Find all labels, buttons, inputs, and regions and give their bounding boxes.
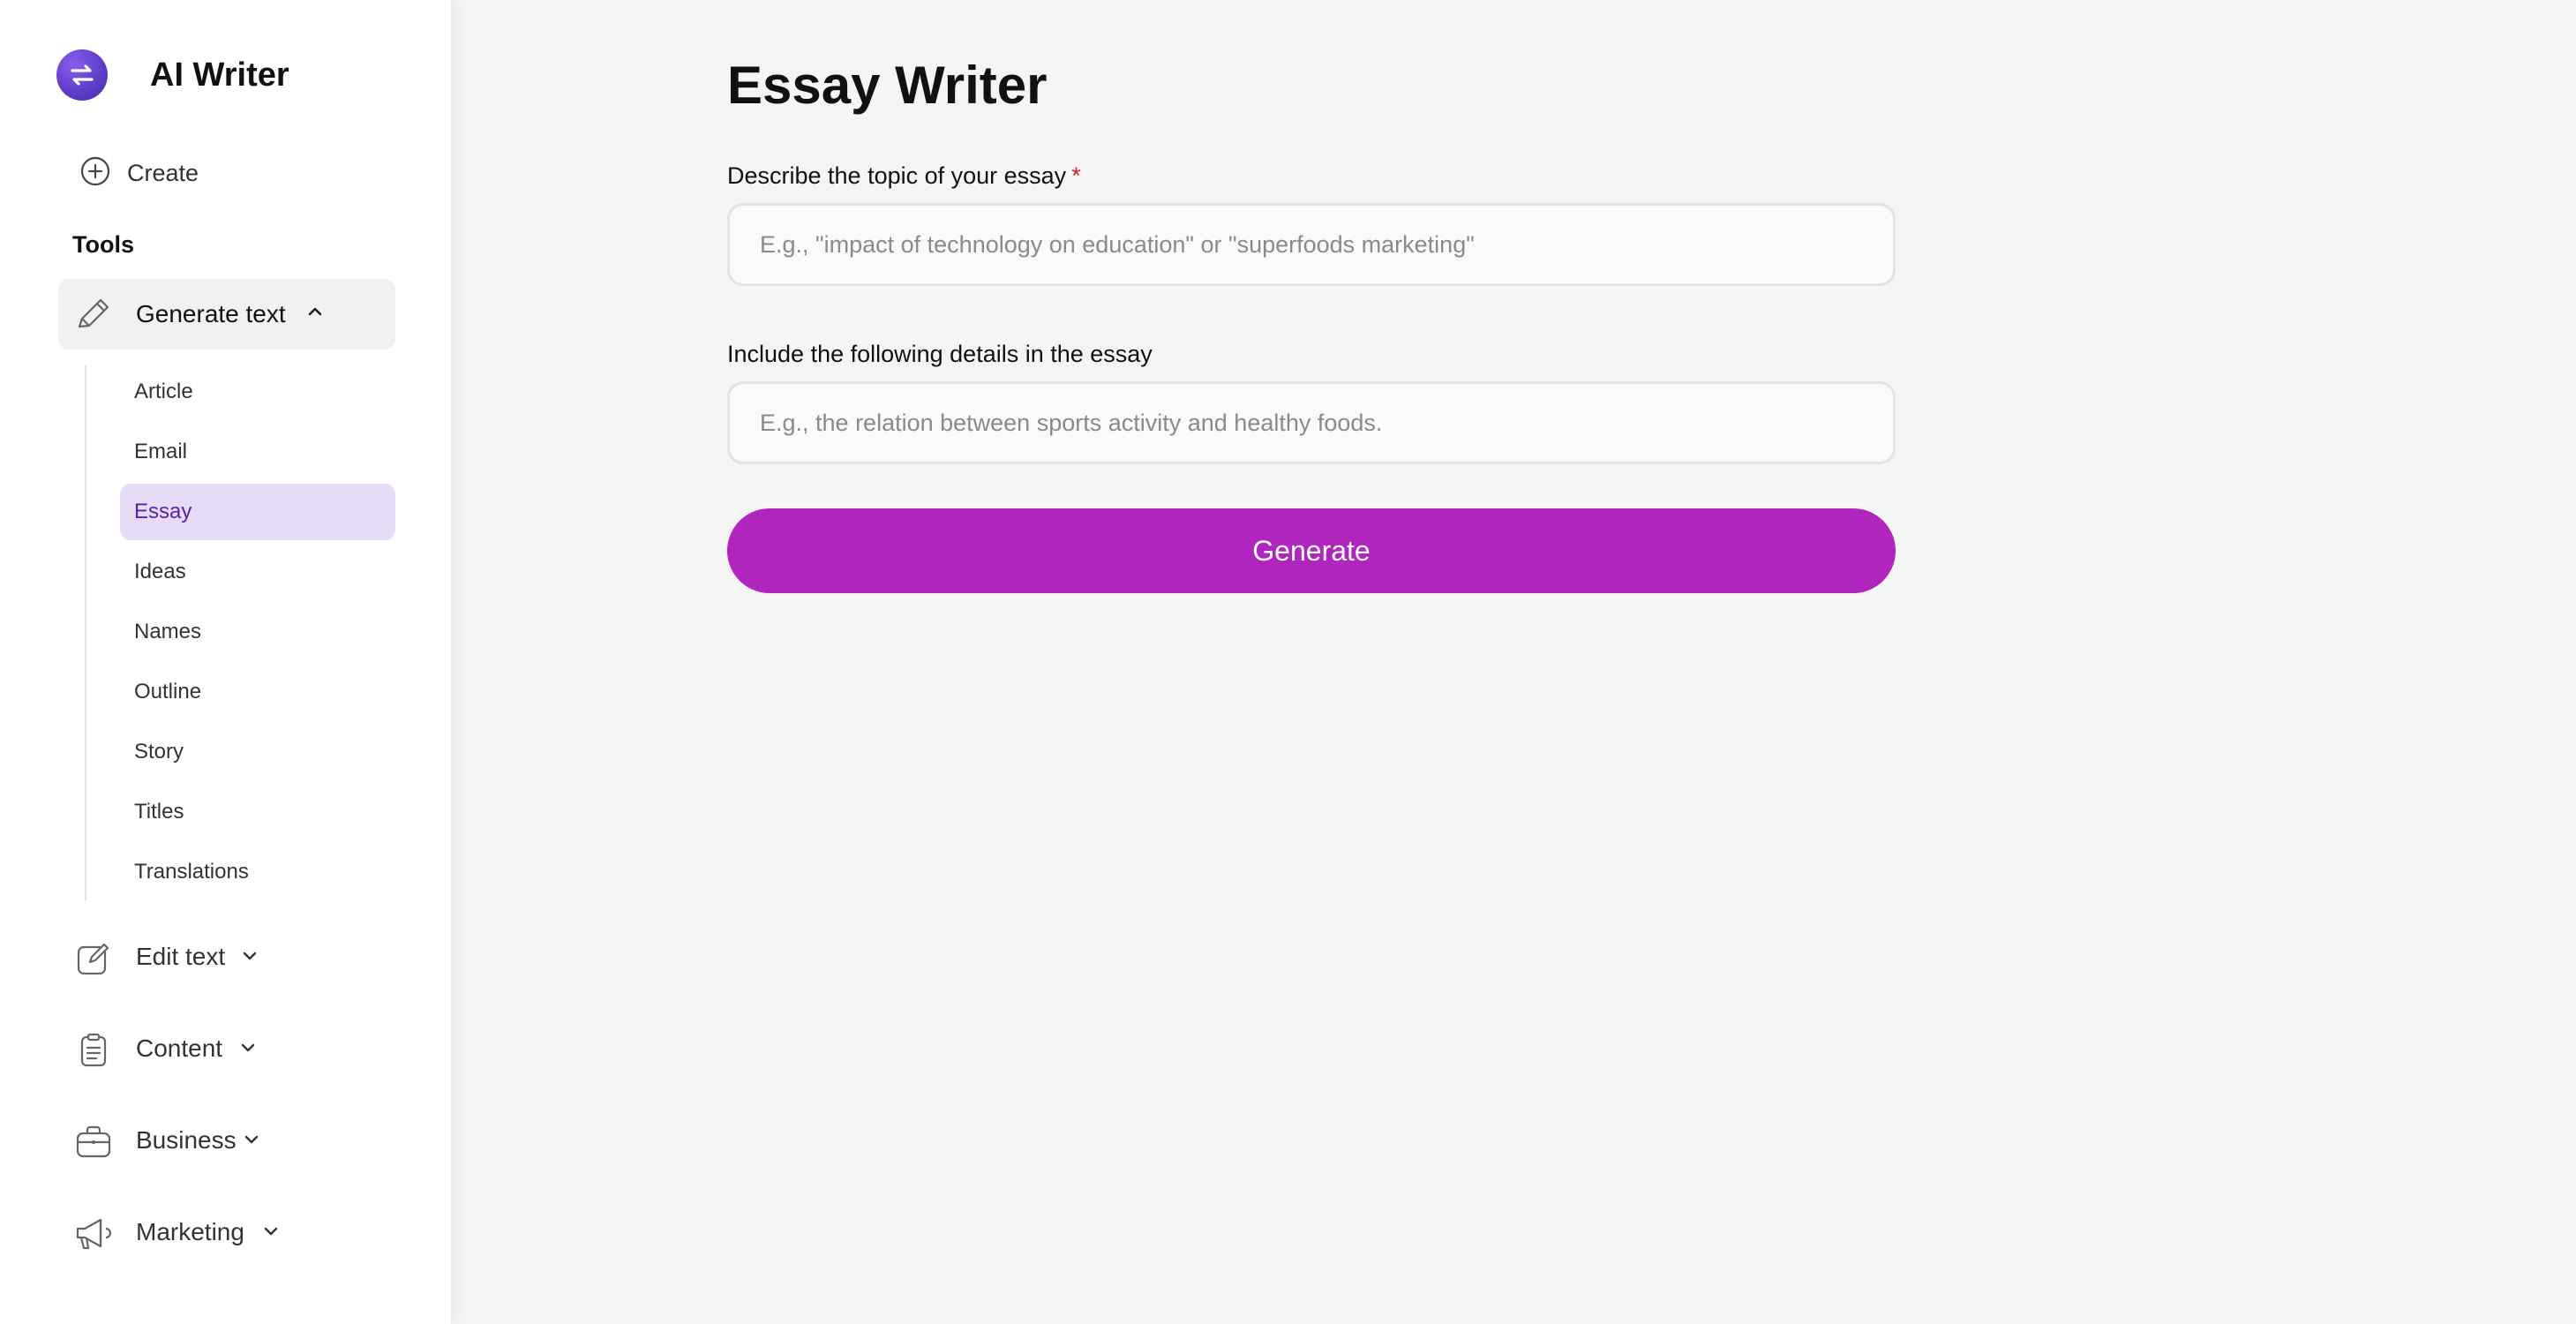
details-input[interactable] — [727, 381, 1896, 464]
chevron-up-icon — [307, 305, 323, 322]
sidebar-item-article[interactable]: Article — [120, 364, 395, 420]
chevron-down-icon — [244, 1133, 259, 1150]
pen-icon — [74, 297, 113, 336]
sidebar-item-email[interactable]: Email — [120, 424, 395, 480]
sidebar-item-ideas[interactable]: Ideas — [120, 544, 395, 600]
sidebar-item-outline[interactable]: Outline — [120, 664, 395, 720]
plus-circle-icon — [79, 155, 111, 192]
megaphone-icon — [74, 1215, 116, 1258]
create-label: Create — [127, 160, 199, 186]
sidebar-item-names[interactable]: Names — [120, 604, 395, 660]
app-logo-icon — [56, 49, 108, 101]
edit-icon — [74, 939, 113, 982]
tools-heading: Tools — [72, 231, 134, 258]
app-title: AI Writer — [150, 56, 289, 94]
sidebar-group-marketing[interactable]: Marketing — [58, 1197, 395, 1268]
sidebar-item-story[interactable]: Story — [120, 724, 395, 780]
sidebar-group-label: Generate text — [136, 300, 286, 327]
brand[interactable]: AI Writer — [56, 49, 289, 101]
briefcase-icon — [74, 1123, 113, 1166]
details-field-label: Include the following details in the ess… — [727, 341, 1153, 367]
sidebar-group-label: Marketing — [136, 1218, 244, 1245]
sidebar: AI Writer Create Tools Generate text Art… — [0, 0, 452, 1324]
sidebar-group-business[interactable]: Business — [58, 1105, 395, 1176]
sidebar-group-edit-text[interactable]: Edit text — [58, 922, 395, 992]
topic-input[interactable] — [727, 203, 1896, 286]
sidebar-item-titles[interactable]: Titles — [120, 784, 395, 840]
subnav-guide-line — [85, 365, 86, 900]
chevron-down-icon — [263, 1225, 279, 1242]
topic-field-label: Describe the topic of your essay * — [727, 162, 1081, 190]
page-title: Essay Writer — [727, 56, 1048, 115]
sidebar-group-generate-text[interactable]: Generate text — [58, 279, 395, 350]
sidebar-group-content[interactable]: Content — [58, 1013, 395, 1084]
sidebar-group-label: Content — [136, 1034, 223, 1062]
chevron-down-icon — [240, 1042, 256, 1058]
clipboard-icon — [74, 1031, 113, 1074]
sidebar-group-label: Business — [136, 1126, 237, 1154]
generate-button[interactable]: Generate — [727, 508, 1896, 593]
required-marker: * — [1071, 162, 1081, 189]
topic-label-text: Describe the topic of your essay — [727, 162, 1067, 189]
sidebar-item-essay[interactable]: Essay — [120, 484, 395, 540]
create-button[interactable]: Create — [79, 155, 199, 192]
sidebar-group-label: Edit text — [136, 943, 226, 970]
sidebar-item-translations[interactable]: Translations — [120, 844, 395, 900]
chevron-down-icon — [242, 950, 258, 967]
